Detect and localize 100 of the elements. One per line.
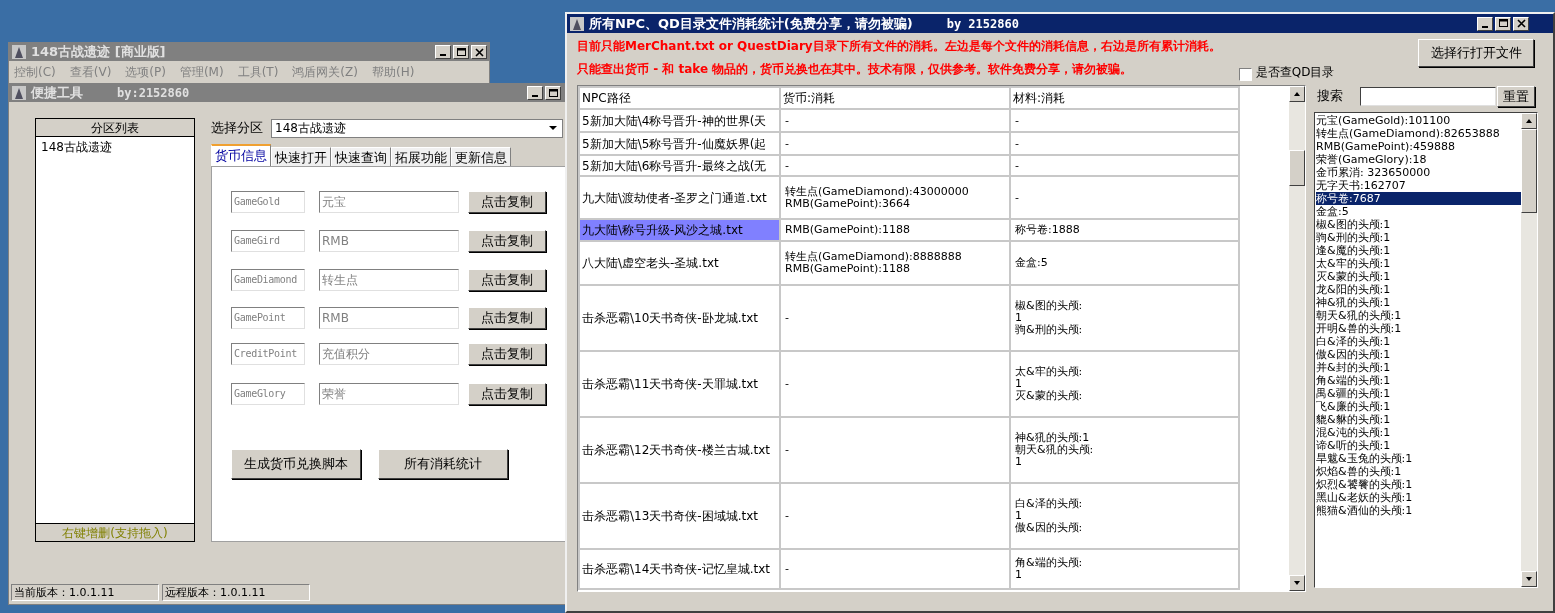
list-item[interactable]: 开明&兽的头颅:1 xyxy=(1316,322,1521,335)
down-arrow-icon xyxy=(1525,576,1533,582)
scroll-thumb[interactable] xyxy=(1289,150,1305,186)
minimize-button[interactable] xyxy=(527,86,543,100)
list-item[interactable]: 灭&蒙的头颅:1 xyxy=(1316,270,1521,283)
minimize-button[interactable] xyxy=(1477,16,1493,31)
name-field[interactable]: 转生点 xyxy=(319,269,459,291)
search-field[interactable] xyxy=(1360,86,1496,106)
close-button[interactable] xyxy=(471,45,487,59)
table-cell: 击杀恶霸\13天书奇侠-困域城.txt xyxy=(579,483,780,549)
author-label: by:2152860 xyxy=(117,85,190,102)
scroll-up-button[interactable] xyxy=(1289,86,1305,102)
list-item[interactable]: 荣誉(GameGlory):18 xyxy=(1316,153,1521,166)
code-field[interactable]: GamePoint xyxy=(231,307,305,329)
code-field[interactable]: GameGold xyxy=(231,191,305,213)
list-item[interactable]: 白&泽的头颅:1 xyxy=(1316,335,1521,348)
code-field[interactable]: CreditPoint xyxy=(231,343,305,365)
table-cell: 击杀恶霸\10天书奇侠-卧龙城.txt xyxy=(579,285,780,351)
maximize-icon xyxy=(547,87,559,99)
list-item[interactable]: 逢&魔的头颅:1 xyxy=(1316,244,1521,257)
list-item[interactable]: 混&沌的头颅:1 xyxy=(1316,426,1521,439)
copy-button[interactable]: 点击复制 xyxy=(468,307,546,329)
list-header: 分区列表 xyxy=(36,119,194,137)
table-cell: 称号卷:1888 xyxy=(1010,219,1239,241)
reset-button[interactable]: 重置 xyxy=(1497,85,1535,107)
tab[interactable]: 拓展功能 xyxy=(391,147,451,166)
table-cell: RMB(GamePoint):1188 xyxy=(780,219,1010,241)
tab[interactable]: 快速查询 xyxy=(331,147,391,166)
list-item[interactable]: 飞&廉的头颅:1 xyxy=(1316,400,1521,413)
list-item[interactable]: 神&犼的头颅:1 xyxy=(1316,296,1521,309)
copy-button[interactable]: 点击复制 xyxy=(468,191,546,213)
list-item[interactable]: 无字天书:162707 xyxy=(1316,179,1521,192)
list-item[interactable]: 旱魃&玉兔的头颅:1 xyxy=(1316,452,1521,465)
close-button[interactable] xyxy=(1513,16,1529,31)
scrollbar[interactable] xyxy=(1289,86,1305,591)
table-cell: 击杀恶霸\14天书奇侠-记忆皇城.txt xyxy=(579,549,780,589)
list-item[interactable]: 转生点(GameDiamond):82653888 xyxy=(1316,127,1521,140)
list-item[interactable]: 黑山&老妖的头颅:1 xyxy=(1316,491,1521,504)
up-arrow-icon xyxy=(1293,91,1301,97)
copy-button[interactable]: 点击复制 xyxy=(468,383,546,405)
column-header[interactable]: NPC路径 xyxy=(579,87,780,109)
name-field[interactable]: 荣誉 xyxy=(319,383,459,405)
list-item[interactable]: 熊猫&酒仙的头颅:1 xyxy=(1316,504,1521,517)
list-item[interactable]: 角&端的头颅:1 xyxy=(1316,374,1521,387)
action-button[interactable]: 所有消耗统计 xyxy=(378,449,508,479)
table-cell: 击杀恶霸\12天书奇侠-楼兰古城.txt xyxy=(579,417,780,483)
code-field[interactable]: GameGlory xyxy=(231,383,305,405)
open-file-button[interactable]: 选择行打开文件 xyxy=(1418,39,1534,67)
list-item[interactable]: 并&封的头颅:1 xyxy=(1316,361,1521,374)
scrollbar[interactable] xyxy=(1521,113,1537,587)
list-item[interactable]: 貔&貅的头颅:1 xyxy=(1316,413,1521,426)
tab[interactable]: 更新信息 xyxy=(451,147,511,166)
list-item[interactable]: 炽烈&饕餮的头颅:1 xyxy=(1316,478,1521,491)
code-field[interactable]: GameGird xyxy=(231,230,305,252)
down-arrow-icon xyxy=(1293,580,1301,586)
list-item[interactable]: 禺&疆的头颅:1 xyxy=(1316,387,1521,400)
list-item[interactable]: 炽焰&兽的头颅:1 xyxy=(1316,465,1521,478)
action-button[interactable]: 生成货币兑换脚本 xyxy=(231,449,361,479)
copy-button[interactable]: 点击复制 xyxy=(468,269,546,291)
checkbox[interactable] xyxy=(1238,68,1252,81)
name-field[interactable]: 充值积分 xyxy=(319,343,459,365)
table-cell: 神&犼的头颅:1 朝天&犼的头颅: 1 xyxy=(1010,417,1239,483)
list-item[interactable]: 椒&图的头颅:1 xyxy=(1316,218,1521,231)
list-item[interactable]: 金币累消: 323650000 xyxy=(1316,166,1521,179)
maximize-button[interactable] xyxy=(453,45,469,59)
tab[interactable]: 快速打开 xyxy=(271,147,331,166)
list-item[interactable]: 谛&听的头颅:1 xyxy=(1316,439,1521,452)
list-item[interactable]: 元宝(GameGold):101100 xyxy=(1316,114,1521,127)
code-field[interactable]: GameDiamond xyxy=(231,269,305,291)
scroll-down-button[interactable] xyxy=(1289,575,1305,591)
list-item[interactable]: 朝天&犼的头颅:1 xyxy=(1316,309,1521,322)
name-field[interactable]: RMB xyxy=(319,307,459,329)
minimize-button[interactable] xyxy=(435,45,451,59)
app-icon xyxy=(569,15,585,32)
list-item[interactable]: RMB(GamePoint):459888 xyxy=(1316,140,1521,153)
maximize-button[interactable] xyxy=(545,86,561,100)
list-item[interactable]: 148古战遗迹 xyxy=(41,138,189,156)
list-item[interactable]: 太&牢的头颅:1 xyxy=(1316,257,1521,270)
table-cell: - xyxy=(780,285,1010,351)
table-cell: - xyxy=(780,109,1010,132)
column-header[interactable]: 货币:消耗 xyxy=(780,87,1010,109)
scroll-up-button[interactable] xyxy=(1521,113,1537,129)
list-item[interactable]: 龙&阳的头颅:1 xyxy=(1316,283,1521,296)
copy-button[interactable]: 点击复制 xyxy=(468,343,546,365)
table-cell: - xyxy=(780,549,1010,589)
column-header[interactable]: 材料:消耗 xyxy=(1010,87,1239,109)
list-item[interactable]: 称号卷:7687 xyxy=(1316,192,1521,205)
table-cell: - xyxy=(780,351,1010,417)
list-item[interactable]: 傲&因的头颅:1 xyxy=(1316,348,1521,361)
maximize-button[interactable] xyxy=(1495,16,1511,31)
list-item[interactable]: 金盒:5 xyxy=(1316,205,1521,218)
list-item[interactable]: 驹&刑的头颅:1 xyxy=(1316,231,1521,244)
scroll-down-button[interactable] xyxy=(1521,571,1537,587)
partition-dropdown[interactable]: 148古战遗迹 xyxy=(271,118,563,138)
copy-button[interactable]: 点击复制 xyxy=(468,230,546,252)
name-field[interactable]: RMB xyxy=(319,230,459,252)
tab[interactable]: 货币信息 xyxy=(211,144,271,166)
scroll-thumb[interactable] xyxy=(1521,129,1537,213)
name-field[interactable]: 元宝 xyxy=(319,191,459,213)
table-cell: - xyxy=(1010,109,1239,132)
